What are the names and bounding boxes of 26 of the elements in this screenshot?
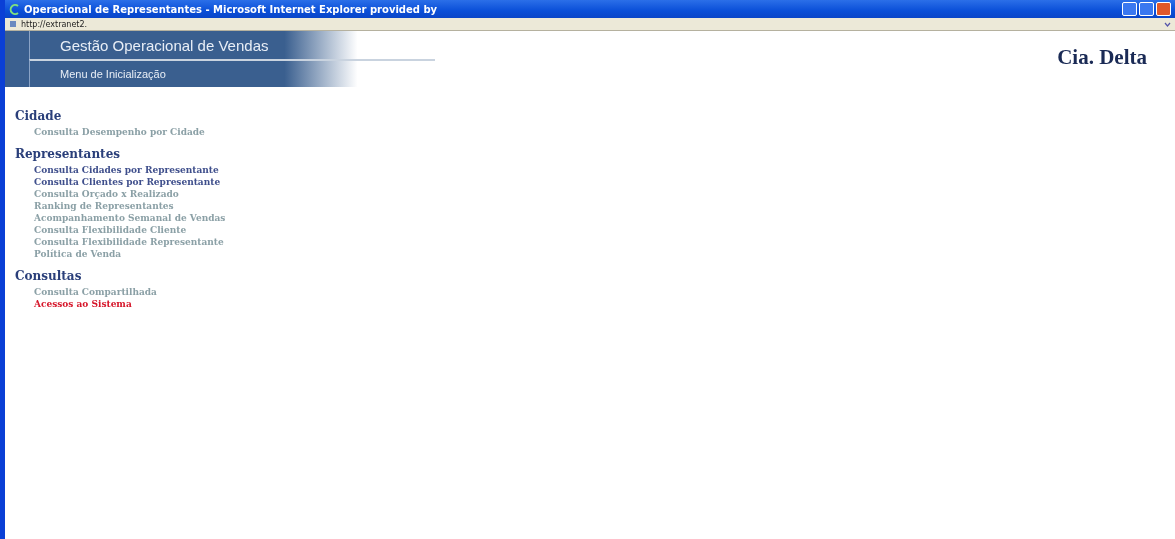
menu-link[interactable]: Acessos ao Sistema xyxy=(34,298,132,310)
section-heading: Cidade xyxy=(15,109,63,123)
banner-title: Gestão Operacional de Vendas xyxy=(60,36,269,54)
section-heading: Representantes xyxy=(15,147,122,161)
address-bar[interactable]: http://extranet2. xyxy=(5,18,1175,31)
browser-icon xyxy=(9,3,20,15)
window-title: Operacional de Representantes - Microsoft Internet Explorer provided by xyxy=(24,3,438,15)
menu-link[interactable]: Consulta Flexibilidade Cliente xyxy=(34,224,187,236)
dropdown-icon[interactable] xyxy=(1164,21,1171,27)
menu-link[interactable]: Consulta Flexibilidade Representante xyxy=(34,236,224,248)
menu-link[interactable]: Política de Venda xyxy=(34,248,122,260)
menu-link[interactable]: Consulta Clientes por Representante xyxy=(34,176,221,188)
menu-link[interactable]: Acompanhamento Semanal de Vendas xyxy=(34,212,226,224)
close-button[interactable] xyxy=(1156,2,1171,16)
company-name: Cia. Delta xyxy=(1057,45,1147,70)
menu-link[interactable]: Consulta Compartilhada xyxy=(34,286,157,298)
maximize-button[interactable] xyxy=(1139,2,1154,16)
menu-link[interactable]: Consulta Orçado x Realizado xyxy=(34,188,179,200)
banner-subtitle: Menu de Inicialização xyxy=(60,68,166,80)
menu-link[interactable]: Consulta Desempenho por Cidade xyxy=(34,126,205,138)
section-heading: Consultas xyxy=(15,269,83,283)
page-icon xyxy=(9,20,17,28)
address-url: http://extranet2. xyxy=(21,19,88,29)
minimize-button[interactable] xyxy=(1122,2,1137,16)
menu-link[interactable]: Consulta Cidades por Representante xyxy=(34,164,219,176)
menu-link[interactable]: Ranking de Representantes xyxy=(34,200,174,212)
